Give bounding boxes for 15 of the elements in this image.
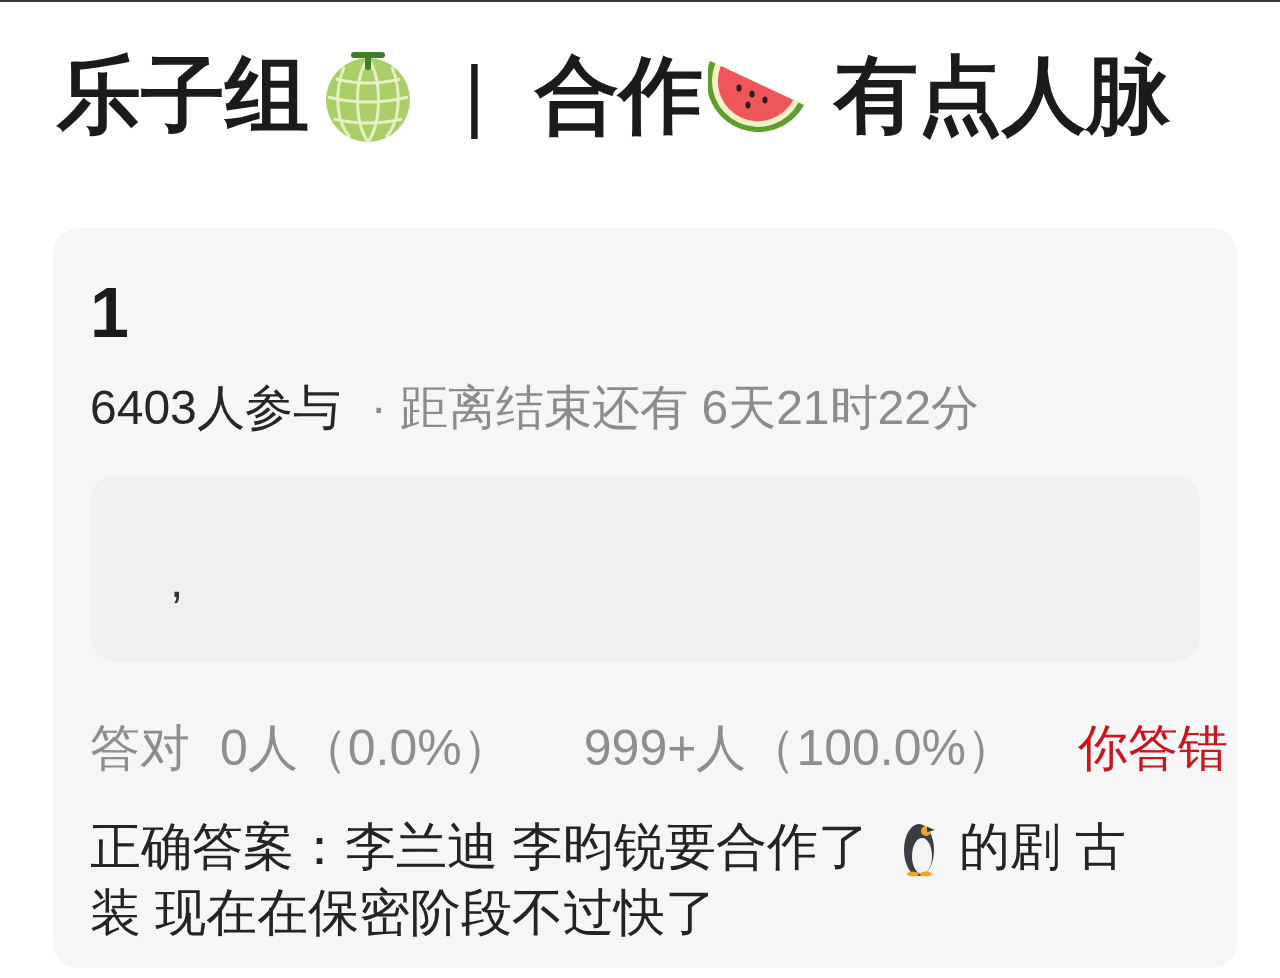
title-text: 有点人脉	[833, 47, 1170, 144]
answer-text: 的剧 古	[959, 817, 1127, 877]
question-number: 1	[90, 273, 130, 353]
content-text: ,	[170, 552, 184, 609]
result-count: 0人（0.0%）	[220, 719, 512, 778]
title-text: 乐子组	[57, 47, 309, 144]
title-text: 合作	[534, 47, 703, 144]
title-separator: |	[464, 49, 485, 141]
answer-text: 装 现在在保密阶段不过快了	[90, 883, 717, 943]
result-label: 答对	[90, 719, 190, 778]
countdown-text: · 距离结束还有 6天21时22分	[370, 380, 979, 436]
result-count: 999+人（100.0%）	[583, 719, 1016, 778]
verdict-text: 你答错	[1078, 719, 1228, 778]
answer-text: 正确答案：李兰迪 李昀锐要合作了	[90, 817, 870, 877]
participant-count: 6403人参与	[90, 380, 341, 436]
